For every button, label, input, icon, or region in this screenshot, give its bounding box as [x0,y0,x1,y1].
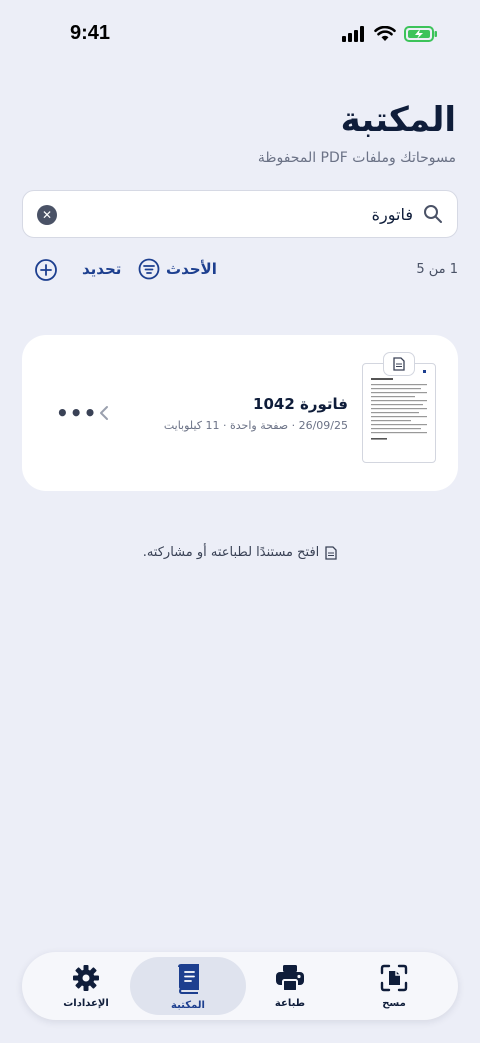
status-bar: 9:41 [0,0,480,70]
scan-icon [380,964,408,992]
search-bar[interactable]: ✕ [22,190,458,238]
hint-text: افتح مستندًا لطباعته أو مشاركته. [142,545,320,560]
page-preview-lines [371,370,427,440]
search-input[interactable] [93,191,413,237]
sort-filter-icon [138,258,160,280]
book-icon [178,964,199,994]
document-meta: 26/09/25 · صفحة واحدة · 11 كيلوبايت [163,419,348,432]
document-icon [325,545,337,560]
tab-label: المكتبة [171,1000,205,1011]
page-header: المكتبة مسوحاتك وملفات PDF المحفوظة [258,100,456,166]
add-button[interactable] [34,258,58,282]
tab-label: طباعة [274,998,306,1009]
list-toolbar: 1 من 5 الأحدث تحديد [22,258,458,284]
document-thumbnail [362,352,436,463]
tab-print[interactable]: طباعة [240,952,340,1020]
select-button[interactable]: تحديد [82,260,121,278]
document-title: فاتورة 1042 [253,395,348,413]
tab-settings[interactable]: الإعدادات [36,952,136,1020]
tab-library[interactable]: المكتبة [130,957,246,1015]
cellular-signal-icon [342,26,364,42]
status-time: 9:41 [70,22,111,44]
result-count: 1 من 5 [416,262,458,277]
more-options-button[interactable]: ••• [56,401,97,425]
status-icons [342,26,438,42]
hint-row: افتح مستندًا لطباعته أو مشاركته. [0,545,480,564]
document-card[interactable]: فاتورة 1042 26/09/25 · صفحة واحدة · 11 ك… [22,335,458,491]
wifi-icon [374,26,396,41]
sort-button[interactable]: الأحدث [138,258,217,280]
tab-label: الإعدادات [63,998,109,1009]
clear-search-button[interactable]: ✕ [37,205,57,225]
search-icon [424,205,442,223]
printer-icon [276,965,304,992]
tab-bar: الإعدادات المكتبة طباعة مسح [22,952,458,1020]
gear-icon [73,965,99,991]
sort-label: الأحدث [166,260,217,278]
tab-label: مسح [382,998,406,1009]
tab-scan[interactable]: مسح [344,952,444,1020]
page-title: المكتبة [340,100,456,140]
battery-charging-icon [404,26,437,42]
page-subtitle: مسوحاتك وملفات PDF المحفوظة [257,150,456,166]
chevron-left-icon[interactable] [98,405,110,421]
